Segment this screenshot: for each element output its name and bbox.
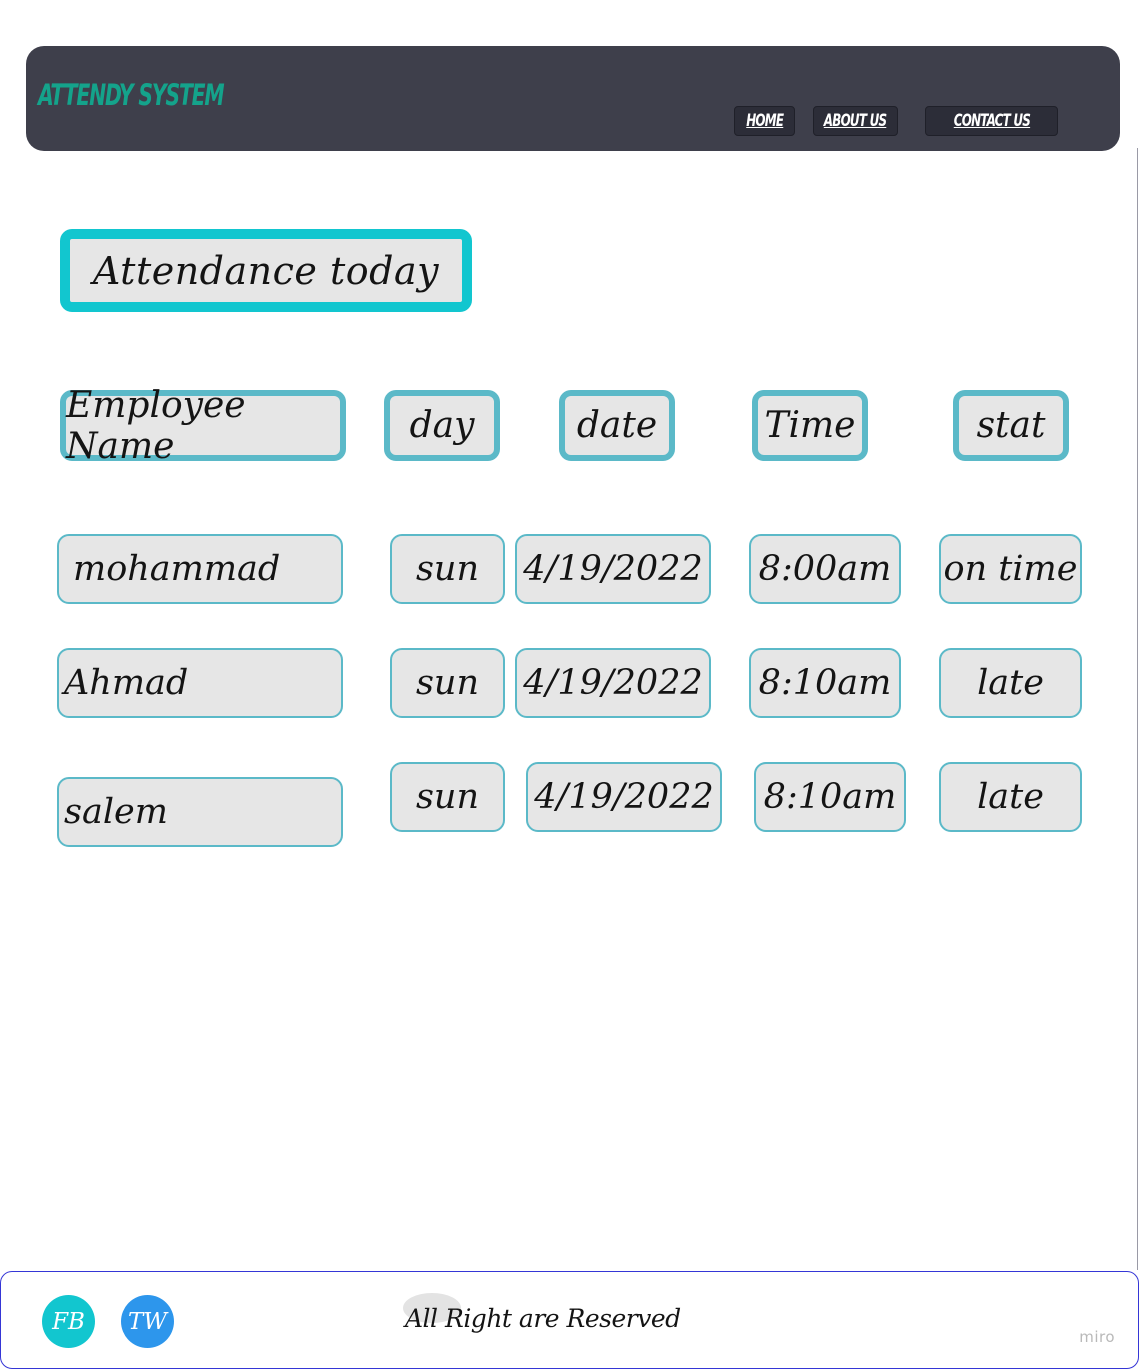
brand-logo[interactable]: ATTENDY SYSTEM	[38, 78, 225, 112]
time-cell: 8:10am	[754, 762, 906, 832]
top-navbar: ATTENDY SYSTEM HOME ABOUT US CONTACT US	[26, 46, 1120, 151]
status-cell: late	[939, 762, 1082, 832]
status-cell: late	[939, 648, 1082, 718]
time-cell: 8:00am	[749, 534, 901, 604]
nav-home-label: HOME	[745, 111, 784, 131]
status-cell: on time	[939, 534, 1082, 604]
page-footer: FB TW All Right are Reserved miro	[0, 1271, 1139, 1369]
nav-contact-button[interactable]: CONTACT US	[925, 106, 1058, 136]
time-cell: 8:10am	[749, 648, 901, 718]
page-frame-line	[1137, 148, 1138, 1270]
nav-contact-label: CONTACT US	[953, 111, 1030, 131]
column-header-day: day	[384, 390, 500, 461]
day-cell: sun	[390, 648, 505, 718]
date-cell: 4/19/2022	[515, 648, 711, 718]
column-header-time: Time	[752, 390, 868, 461]
miro-watermark: miro	[1079, 1328, 1115, 1346]
nav-home-button[interactable]: HOME	[734, 106, 795, 136]
employee-name-cell: Ahmad	[57, 648, 343, 718]
employee-name-cell: mohammad	[57, 534, 343, 604]
facebook-icon[interactable]: FB	[42, 1295, 95, 1348]
day-cell: sun	[390, 534, 505, 604]
day-cell: sun	[390, 762, 505, 832]
employee-name-cell: salem	[57, 777, 343, 847]
copyright-text: All Right are Reserved	[405, 1304, 681, 1333]
date-cell: 4/19/2022	[515, 534, 711, 604]
page-title: Attendance today	[60, 229, 472, 312]
date-cell: 4/19/2022	[526, 762, 722, 832]
column-header-date: date	[559, 390, 675, 461]
nav-about-button[interactable]: ABOUT US	[813, 106, 898, 136]
twitter-icon[interactable]: TW	[121, 1295, 174, 1348]
column-header-employee-name: Employee Name	[60, 385, 346, 467]
column-header-stat: stat	[953, 390, 1069, 461]
nav-about-label: ABOUT US	[824, 111, 887, 131]
